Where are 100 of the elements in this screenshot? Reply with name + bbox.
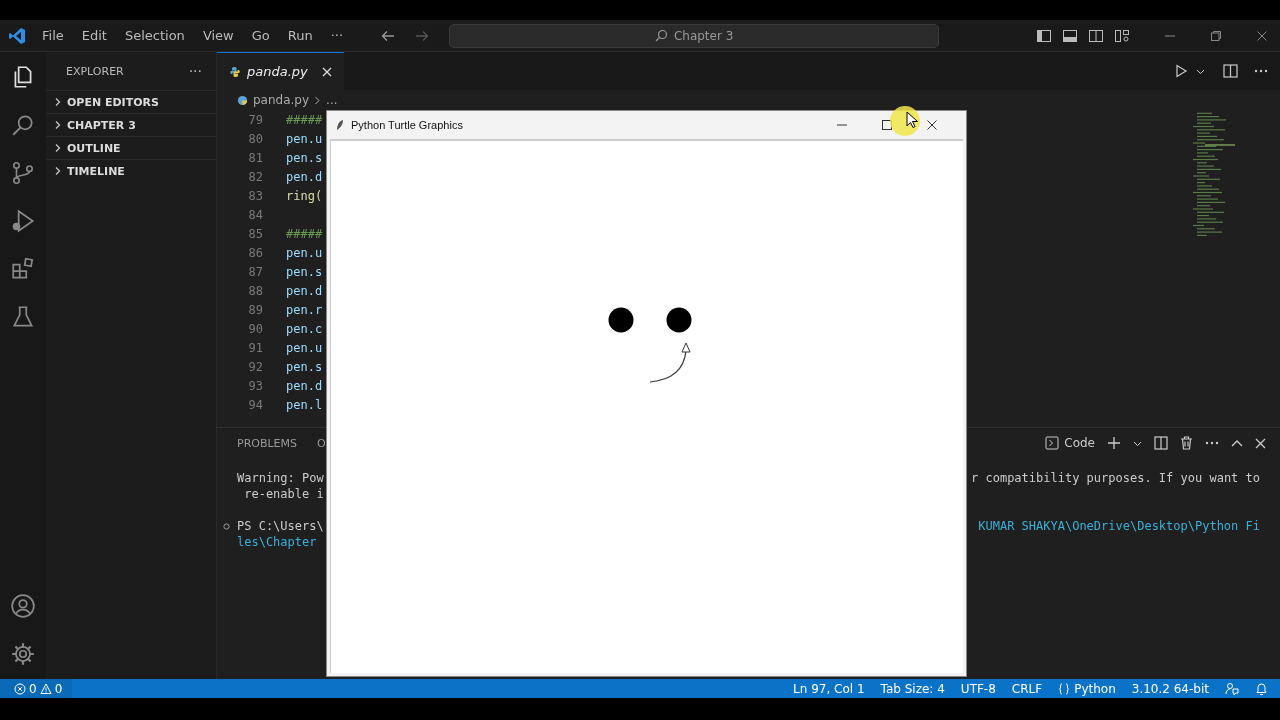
line-number: 90: [247, 321, 263, 336]
code-line: pen.l: [286, 397, 323, 412]
status-item[interactable]: UTF-8: [960, 681, 996, 696]
warning-icon: [39, 682, 52, 695]
menu-item[interactable]: Edit: [81, 28, 107, 43]
panel-toggle-icon[interactable]: [1062, 27, 1078, 44]
sidebar-toggle-icon[interactable]: [1036, 27, 1052, 44]
menu-item[interactable]: File: [42, 28, 64, 43]
python-file-icon: [229, 65, 241, 78]
menu-item[interactable]: Run: [287, 28, 313, 43]
terminal-text: KUMAR SHAKYA\OneDrive\Desktop\Python Fi: [978, 519, 1260, 533]
status-item[interactable]: CRLF: [1011, 681, 1043, 696]
sidebar-section[interactable]: OUTLINE: [46, 136, 216, 159]
search-icon: [654, 29, 668, 42]
code-line: ring(: [286, 188, 323, 203]
menu-item[interactable]: View: [202, 28, 234, 43]
status-item[interactable]: 3.10.2 64-bit: [1131, 681, 1209, 696]
line-number: 92: [247, 359, 263, 374]
line-number: 80: [247, 131, 263, 146]
terminal-text: re-enable i: [243, 487, 324, 501]
window-title: Python Turtle Graphics: [351, 119, 464, 131]
chevron-right-icon: [53, 143, 63, 153]
turtle-arrow-drawing: [649, 342, 691, 383]
panel-tab[interactable]: O: [317, 432, 326, 454]
chevron-up-icon[interactable]: [1231, 439, 1243, 447]
menu-item[interactable]: Selection: [124, 28, 185, 43]
eye-dot: [666, 307, 692, 333]
terminal-text: PS C:\Users\: [237, 519, 324, 533]
sidebar-section[interactable]: TIMELINE: [46, 159, 216, 182]
extensions-icon[interactable]: [10, 256, 36, 282]
code-line: pen.s: [286, 359, 323, 374]
breadcrumb-item[interactable]: panda.py: [253, 93, 310, 107]
line-number: 89: [247, 302, 263, 317]
layout-grid-icon[interactable]: [1114, 27, 1130, 44]
back-arrow-icon[interactable]: [381, 29, 396, 42]
code-line: pen.u: [286, 131, 323, 146]
run-debug-icon[interactable]: [10, 208, 36, 234]
run-icon[interactable]: [1174, 64, 1188, 78]
line-number: 87: [247, 264, 263, 279]
code-line: pen.d: [286, 169, 323, 184]
feather-icon: [335, 119, 345, 131]
chevron-right-icon: [53, 120, 63, 130]
terminal-selector[interactable]: Code: [1045, 436, 1095, 450]
maximize-icon[interactable]: [882, 120, 892, 130]
code-line: pen.s: [286, 264, 323, 279]
command-marker-icon: [223, 522, 230, 530]
status-item[interactable]: Ln 97, Col 1: [793, 681, 865, 696]
close-icon[interactable]: [927, 120, 937, 130]
line-number: 84: [247, 207, 263, 222]
line-number: 86: [247, 245, 263, 260]
split-editor-icon[interactable]: [1223, 64, 1238, 78]
line-number: 81: [247, 150, 263, 165]
panel-tab[interactable]: PROBLEMS: [237, 432, 298, 454]
code-line: pen.u: [286, 340, 323, 355]
account-icon[interactable]: [10, 593, 36, 619]
close-icon[interactable]: [1256, 29, 1268, 42]
python-file-icon: [237, 94, 248, 106]
more-actions-button[interactable]: ···: [188, 63, 202, 79]
menu-item[interactable]: Go: [251, 28, 270, 43]
code-line: pen.u: [286, 245, 323, 260]
line-number: 82: [247, 169, 263, 184]
problems-status[interactable]: 0 0: [0, 679, 73, 698]
code-line: pen.d: [286, 283, 323, 298]
status-item[interactable]: Python: [1058, 681, 1116, 696]
line-number: 85: [247, 226, 263, 241]
terminal-text: Warning: Pow: [237, 471, 324, 485]
menu-item[interactable]: ···: [330, 28, 344, 43]
line-number: 79: [247, 112, 263, 127]
feedback-icon[interactable]: [1225, 681, 1239, 696]
bell-icon[interactable]: [1255, 681, 1268, 696]
line-number: 88: [247, 283, 263, 298]
source-control-icon[interactable]: [10, 160, 36, 186]
trash-icon[interactable]: [1180, 436, 1193, 450]
error-icon: [14, 682, 26, 695]
chevron-right-icon: [53, 166, 63, 176]
terminal-icon: [1045, 436, 1060, 450]
split-terminal-icon[interactable]: [1154, 436, 1168, 450]
code-line: pen.d: [286, 378, 323, 393]
settings-icon[interactable]: [10, 641, 36, 667]
sidebar-section[interactable]: OPEN EDITORS: [46, 90, 216, 113]
flask-icon[interactable]: [10, 304, 36, 330]
status-item[interactable]: Tab Size: 4: [880, 681, 945, 696]
more-actions-icon[interactable]: [1205, 441, 1219, 445]
line-number: 91: [247, 340, 263, 355]
code-line: pen.c: [286, 321, 323, 336]
plus-icon[interactable]: [1107, 436, 1121, 450]
command-center-field[interactable]: Chapter 3: [449, 23, 940, 48]
more-actions-icon[interactable]: [1254, 69, 1268, 73]
terminal-text: r compatibility purposes. If you want to: [971, 471, 1260, 485]
line-number: 94: [247, 397, 263, 412]
code-line: pen.r: [286, 302, 323, 317]
breadcrumb-item[interactable]: ...: [326, 93, 338, 107]
code-line: #####: [286, 226, 323, 241]
editor-tab[interactable]: panda.py: [217, 52, 344, 90]
code-line: pen.s: [286, 150, 323, 165]
split-layout-icon[interactable]: [1088, 27, 1104, 44]
restore-icon[interactable]: [1210, 29, 1222, 42]
sidebar-section[interactable]: CHAPTER 3: [46, 113, 216, 136]
chevron-right-icon: [314, 95, 322, 105]
sidebar-title: EXPLORER: [66, 64, 124, 78]
